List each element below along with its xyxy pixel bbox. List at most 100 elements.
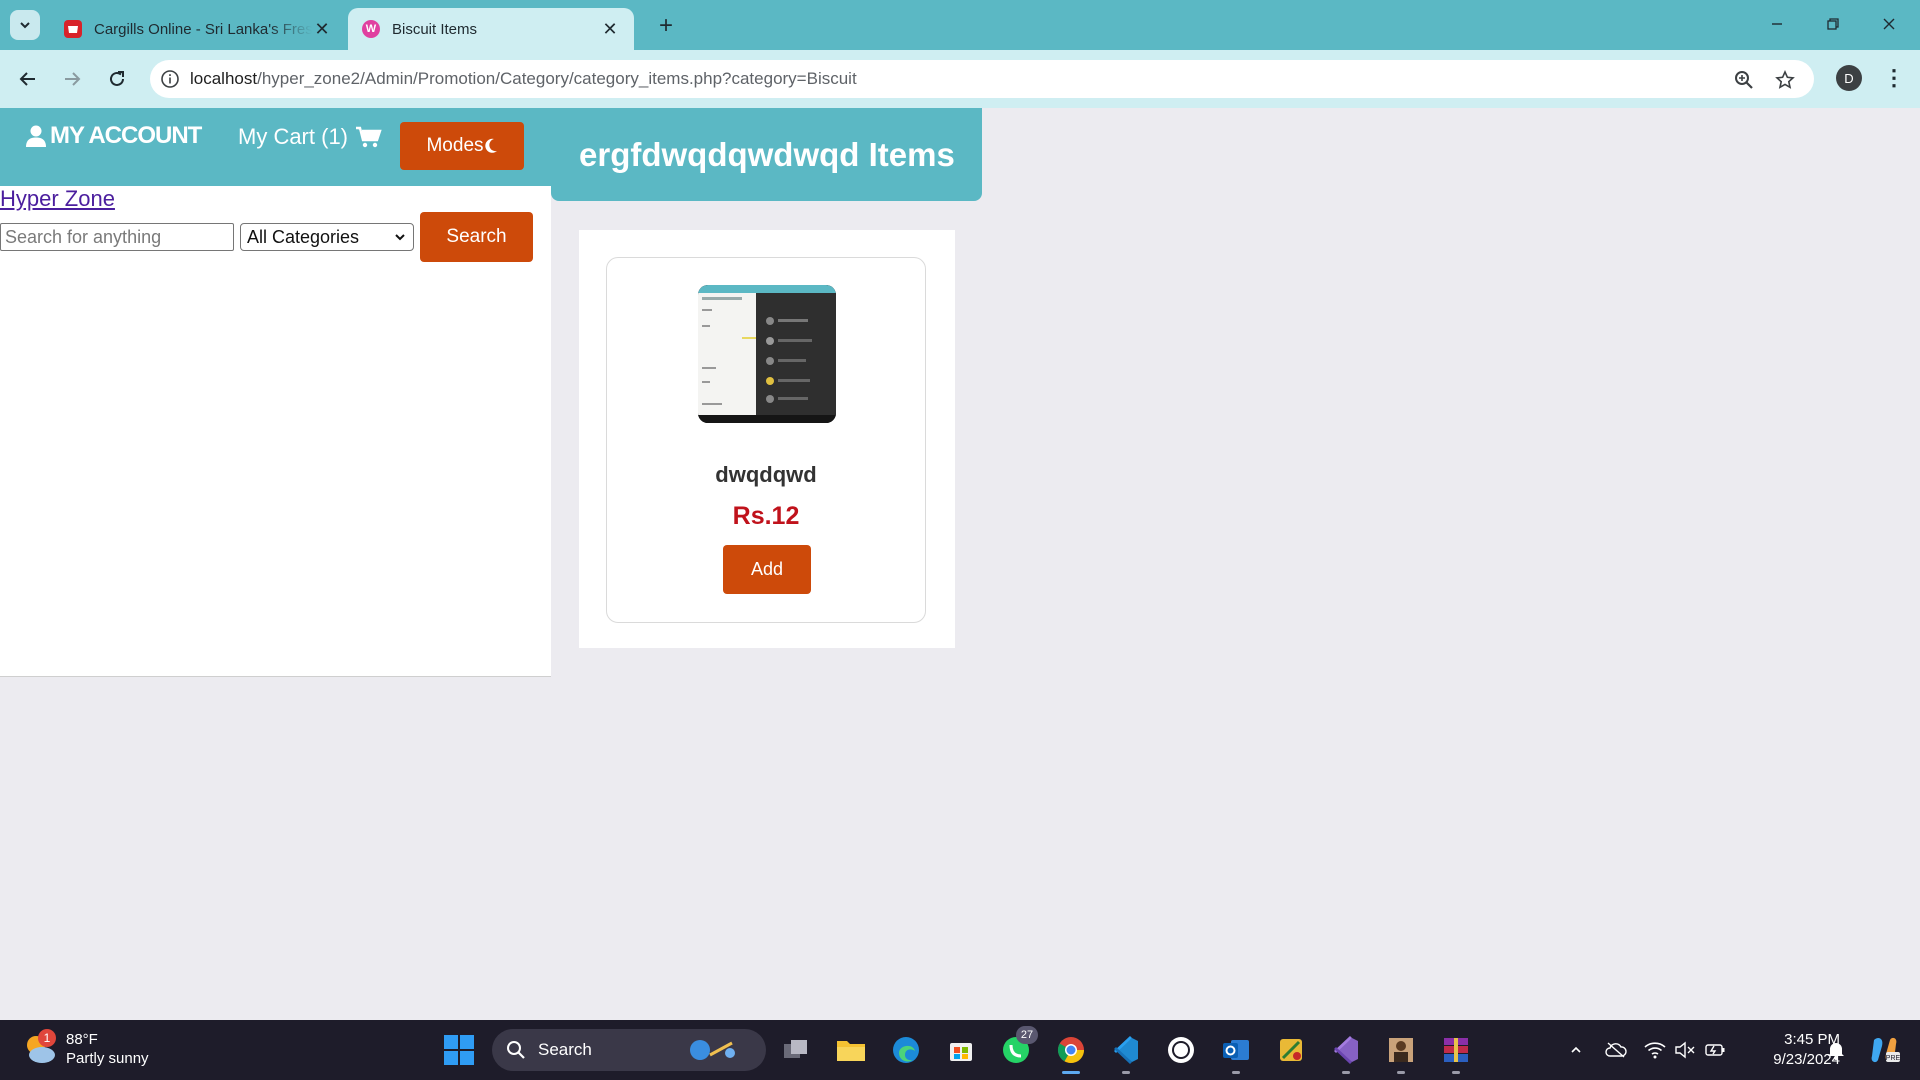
app-window-button[interactable]: [1383, 1032, 1419, 1074]
restore-icon: [1827, 18, 1839, 30]
copilot-button[interactable]: PRE: [1866, 1035, 1902, 1065]
edge-icon: [893, 1037, 919, 1063]
my-cart-link[interactable]: My Cart (1): [238, 124, 382, 150]
edge-button[interactable]: [888, 1032, 924, 1068]
visual-studio-icon: [1334, 1036, 1358, 1064]
search-highlight-icon: [690, 1040, 735, 1060]
whatsapp-web-button[interactable]: [1163, 1032, 1199, 1068]
new-tab-button[interactable]: +: [652, 12, 680, 40]
forward-button[interactable]: [56, 63, 88, 95]
volume-muted-icon: [1675, 1041, 1695, 1059]
whatsapp-button[interactable]: 27: [998, 1026, 1038, 1068]
weather-widget[interactable]: 1 88°F Partly sunny: [22, 1029, 149, 1068]
zoom-icon: [1735, 71, 1753, 89]
back-button[interactable]: [12, 63, 44, 95]
taskbar: 1 88°F Partly sunny Search 27 3:45 PM 9/…: [0, 1020, 1920, 1080]
product-price: Rs.12: [732, 502, 800, 530]
user-icon: [26, 125, 46, 147]
url-host: localhost: [190, 69, 258, 88]
my-account-link[interactable]: MY ACCOUNT: [26, 122, 202, 150]
outlook-button[interactable]: [1218, 1032, 1254, 1074]
taskbar-search[interactable]: Search: [492, 1029, 766, 1071]
bookmark-button[interactable]: [1774, 69, 1796, 91]
category-select[interactable]: All Categories: [240, 223, 414, 251]
file-explorer-button[interactable]: [833, 1032, 869, 1068]
tab-cargills[interactable]: Cargills Online - Sri Lanka's Fres ✕: [50, 8, 346, 50]
chrome-icon: [1057, 1037, 1085, 1064]
cloud-offline-icon: [1605, 1042, 1627, 1058]
weather-badge: 1: [38, 1029, 56, 1047]
winrar-button[interactable]: [1438, 1032, 1474, 1074]
minimize-button[interactable]: [1754, 8, 1800, 40]
brand-link[interactable]: Hyper Zone: [0, 186, 115, 212]
browser-tab-strip: Cargills Online - Sri Lanka's Fres ✕ W B…: [0, 0, 1920, 50]
cargills-favicon-icon: [64, 20, 82, 38]
product-name: dwqdqwd: [715, 462, 817, 487]
close-icon[interactable]: ✕: [312, 19, 332, 39]
shopping-cart-icon: [356, 126, 382, 148]
search-button[interactable]: Search: [420, 212, 533, 262]
product-thumbnail: [698, 285, 836, 423]
notifications-button[interactable]: [1824, 1038, 1848, 1062]
chevron-down-icon: [395, 234, 405, 241]
task-view-button[interactable]: [778, 1032, 814, 1068]
chevron-up-icon: [1571, 1046, 1581, 1053]
reload-button[interactable]: [101, 63, 133, 95]
add-to-cart-button[interactable]: Add: [723, 545, 811, 594]
volume-button[interactable]: [1673, 1038, 1697, 1062]
weather-text: 88°F Partly sunny: [66, 1030, 149, 1068]
weather-desc: Partly sunny: [66, 1050, 149, 1067]
reload-icon: [110, 71, 124, 86]
restore-button[interactable]: [1810, 8, 1856, 40]
window-close-button[interactable]: [1866, 8, 1912, 40]
info-icon: [161, 70, 179, 88]
close-icon[interactable]: ✕: [600, 19, 620, 39]
page-viewport: MY ACCOUNT My Cart (1) Modes Hyper Zone …: [0, 108, 1920, 1020]
windows-logo-icon: [444, 1035, 458, 1049]
battery-button[interactable]: [1703, 1038, 1727, 1062]
left-panel: MY ACCOUNT My Cart (1) Modes Hyper Zone …: [0, 108, 551, 677]
star-icon: [1775, 70, 1795, 89]
close-icon: [1883, 18, 1895, 30]
url-text[interactable]: localhost/hyper_zone2/Admin/Promotion/Ca…: [190, 69, 857, 89]
start-button[interactable]: [444, 1035, 474, 1065]
arrow-left-icon: [19, 72, 35, 86]
vscode-button[interactable]: [1108, 1032, 1144, 1074]
tab-title: Cargills Online - Sri Lanka's Fres: [94, 20, 312, 38]
tab-biscuit-items[interactable]: W Biscuit Items ✕: [348, 8, 634, 50]
folder-icon: [837, 1041, 865, 1061]
search-icon: [507, 1041, 525, 1059]
tab-search-button[interactable]: [10, 10, 40, 40]
copilot-icon: PRE: [1871, 1037, 1900, 1063]
bell-icon: [1828, 1043, 1844, 1060]
notification-badge: 27: [1016, 1026, 1038, 1044]
product-image[interactable]: [698, 285, 836, 423]
snipping-tool-button[interactable]: [1273, 1032, 1309, 1068]
browser-menu-button[interactable]: ⋮: [1880, 63, 1908, 93]
cart-label: My Cart (1): [238, 124, 348, 149]
profile-avatar[interactable]: D: [1836, 65, 1862, 91]
search-input[interactable]: [0, 223, 234, 251]
winrar-icon: [1444, 1038, 1468, 1062]
address-bar[interactable]: localhost/hyper_zone2/Admin/Promotion/Ca…: [150, 60, 1814, 98]
site-header: MY ACCOUNT My Cart (1) Modes: [0, 108, 551, 186]
app-thumbnail-icon: [1389, 1038, 1413, 1062]
network-button[interactable]: [1643, 1038, 1667, 1062]
plus-icon: +: [658, 12, 673, 39]
modes-button[interactable]: Modes: [400, 122, 524, 170]
onedrive-button[interactable]: [1604, 1038, 1628, 1062]
microsoft-store-button[interactable]: [943, 1032, 979, 1068]
vscode-icon: [1114, 1036, 1138, 1064]
chrome-button[interactable]: [1053, 1032, 1089, 1074]
outlook-icon: [1223, 1040, 1249, 1060]
category-header: ergfdwqdqwdwqd Items: [551, 108, 982, 201]
partly-sunny-icon: 1: [22, 1029, 58, 1067]
zoom-button[interactable]: [1733, 69, 1755, 91]
show-hidden-icons-button[interactable]: [1564, 1038, 1588, 1062]
site-favicon-icon: W: [362, 20, 380, 38]
visual-studio-button[interactable]: [1328, 1032, 1364, 1074]
battery-charging-icon: [1705, 1044, 1725, 1056]
site-info-button[interactable]: [150, 60, 190, 98]
items-panel: dwqdqwd Rs.12 Add: [579, 230, 955, 648]
minimize-icon: [1772, 23, 1782, 25]
